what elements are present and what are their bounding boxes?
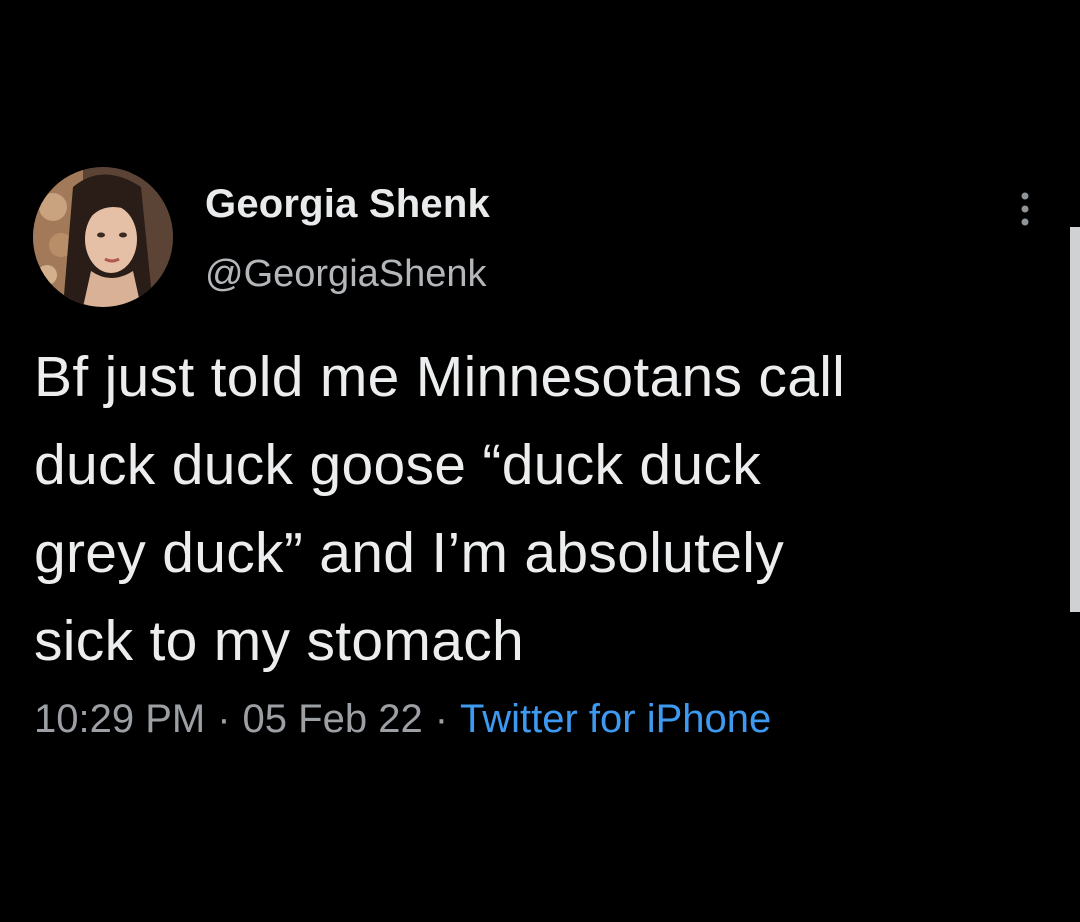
author-handle[interactable]: @GeorgiaShenk [205,253,487,296]
tweet-source-link[interactable]: Twitter for iPhone [460,697,771,741]
tweet-text: Bf just told me Minnesotans call duck du… [34,333,1044,685]
tweet-text-line: sick to my stomach [34,609,525,673]
tweet-time[interactable]: 10:29 PM [34,697,205,741]
tweet-metadata: 10:29 PM · 05 Feb 22 · Twitter for iPhone [34,697,771,742]
separator: · [217,697,231,741]
avatar[interactable] [33,167,173,307]
tweet-date[interactable]: 05 Feb 22 [243,697,423,741]
tweet-card: Georgia Shenk @GeorgiaShenk Bf just told… [0,0,1080,922]
profile-photo-image [33,167,173,307]
more-options-icon[interactable] [1010,188,1040,232]
tweet-text-line: grey duck” and I’m absolutely [34,521,785,585]
tweet-text-line: duck duck goose “duck duck [34,433,762,497]
scrollbar[interactable] [1070,227,1080,612]
tweet-text-line: Bf just told me Minnesotans call [34,345,846,409]
separator: · [434,697,449,741]
author-name[interactable]: Georgia Shenk [205,182,490,227]
